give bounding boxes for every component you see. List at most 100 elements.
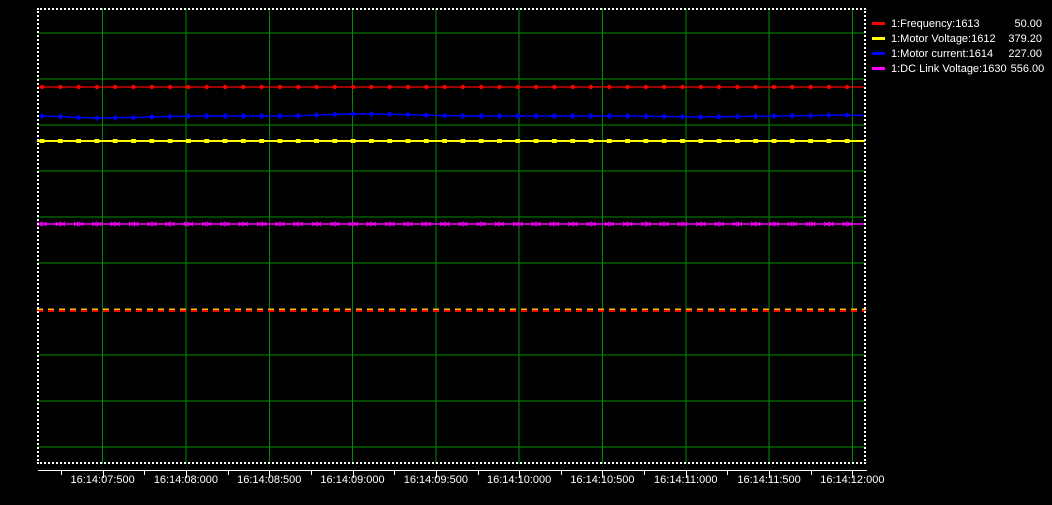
frequency-trace-marker [314, 85, 318, 89]
frequency-trace-marker [571, 85, 575, 89]
motor-voltage-trace-marker [589, 139, 594, 143]
motor-voltage-trace-marker [534, 139, 539, 143]
legend-signal-name: 1:Frequency:1613 [891, 18, 980, 30]
motor-voltage-trace-marker [552, 139, 557, 143]
motor-voltage-trace-marker [296, 139, 301, 143]
motor-current-trace-marker [39, 113, 45, 119]
motor-voltage-trace-marker [442, 139, 447, 143]
motor-voltage-trace-marker [332, 139, 337, 143]
motor-current-trace-marker [295, 113, 301, 119]
motor-current-trace-marker [570, 113, 576, 119]
motor-current-trace-marker [240, 113, 246, 119]
motor-current-trace-marker [515, 113, 521, 119]
motor-current-trace-marker [826, 112, 832, 118]
motor-current-trace-marker [350, 111, 356, 117]
frequency-trace-marker [552, 85, 556, 89]
motor-voltage-trace-marker [790, 139, 795, 143]
motor-voltage-trace-marker [278, 139, 283, 143]
motor-current-trace-marker [387, 111, 393, 117]
frequency-trace-marker [58, 85, 62, 89]
motor-current-trace-marker [606, 113, 612, 119]
motor-voltage-trace-marker [424, 139, 429, 143]
legend-row-motor-current: 1:Motor current:1614 227.00 [872, 46, 1042, 61]
x-axis-line [38, 470, 867, 471]
motor-voltage-trace-marker [845, 139, 850, 143]
trend-monitor-window: { "chart_data": { "type": "line", "title… [0, 0, 1052, 505]
legend-row-motor-voltage: 1:Motor Voltage:1612 379.20 [872, 31, 1042, 46]
motor-voltage-trace-marker [497, 139, 502, 143]
motor-current-trace-marker [497, 113, 503, 119]
motor-current-trace-marker [405, 112, 411, 118]
frequency-trace-marker [40, 85, 44, 89]
frequency-trace-marker [607, 85, 611, 89]
x-axis-label: 16:14:07:500 [61, 474, 145, 486]
motor-current-trace-marker [57, 113, 63, 119]
motor-current-trace-marker [551, 113, 557, 119]
frequency-trace-marker [809, 85, 813, 89]
motor-voltage-trace-marker [406, 139, 411, 143]
frequency-trace-marker [827, 85, 831, 89]
frequency-trace-marker [479, 85, 483, 89]
dc-link-voltage-trace [37, 222, 865, 226]
legend-signal-name: 1:Motor current:1614 [891, 48, 993, 60]
frequency-trace-marker [406, 85, 410, 89]
frequency-trace-marker [241, 85, 245, 89]
motor-current-trace-marker [625, 113, 631, 119]
motor-current-trace-marker [259, 113, 265, 119]
motor-current-trace-marker [643, 113, 649, 119]
motor-voltage-trace [37, 139, 865, 143]
frequency-trace [37, 85, 865, 89]
motor-voltage-trace-marker [607, 139, 612, 143]
frequency-trace-marker [754, 85, 758, 89]
frequency-trace-marker [680, 85, 684, 89]
trend-plot-canvas [37, 8, 866, 464]
motor-voltage-trace-marker [717, 139, 722, 143]
motor-voltage-trace-marker [58, 139, 63, 143]
motor-voltage-trace-marker [95, 139, 100, 143]
frequency-trace-marker [205, 85, 209, 89]
motor-current-trace-marker [789, 113, 795, 119]
motor-current-trace-marker [314, 112, 320, 118]
motor-current-color-swatch-icon [872, 52, 885, 55]
motor-current-trace-marker [149, 114, 155, 120]
motor-voltage-trace-marker [204, 139, 209, 143]
frequency-trace-marker [424, 85, 428, 89]
motor-voltage-trace-marker [827, 139, 832, 143]
legend-signal-value: 50.00 [1014, 18, 1042, 30]
frequency-trace-marker [278, 85, 282, 89]
motor-current-trace-marker [423, 112, 429, 118]
frequency-trace-marker [168, 85, 172, 89]
motor-current-trace-marker [368, 111, 374, 117]
motor-current-trace-marker [76, 115, 82, 121]
motor-voltage-trace-marker [772, 139, 777, 143]
frequency-trace-marker [150, 85, 154, 89]
frequency-trace-marker [351, 85, 355, 89]
frequency-trace-marker [717, 85, 721, 89]
x-axis-label: 16:14:09:000 [311, 474, 395, 486]
frequency-trace-marker [388, 85, 392, 89]
motor-current-trace-marker [167, 113, 173, 119]
motor-current-trace-marker [680, 114, 686, 120]
motor-voltage-trace-marker [351, 139, 356, 143]
motor-current-trace-marker [716, 114, 722, 120]
frequency-trace-marker [186, 85, 190, 89]
frequency-trace-marker [644, 85, 648, 89]
frequency-color-swatch-icon [872, 22, 885, 25]
frequency-trace-marker [296, 85, 300, 89]
frequency-trace-marker [333, 85, 337, 89]
motor-current-trace-marker [533, 113, 539, 119]
motor-voltage-trace-marker [241, 139, 246, 143]
motor-voltage-trace-marker [168, 139, 173, 143]
motor-voltage-trace-marker [461, 139, 466, 143]
motor-current-trace-marker [277, 113, 283, 119]
motor-voltage-color-swatch-icon [872, 37, 885, 40]
motor-current-trace-marker [442, 113, 448, 119]
motor-voltage-trace-marker [625, 139, 630, 143]
frequency-trace-marker [369, 85, 373, 89]
motor-current-trace-marker [753, 113, 759, 119]
motor-voltage-trace-marker [753, 139, 758, 143]
x-axis-label: 16:14:11:500 [727, 474, 811, 486]
legend-row-dc-link-voltage: 1:DC Link Voltage:1630 556.00 [872, 61, 1042, 76]
legend-signal-value: 379.20 [1008, 33, 1042, 45]
x-axis-label: 16:14:10:500 [560, 474, 644, 486]
